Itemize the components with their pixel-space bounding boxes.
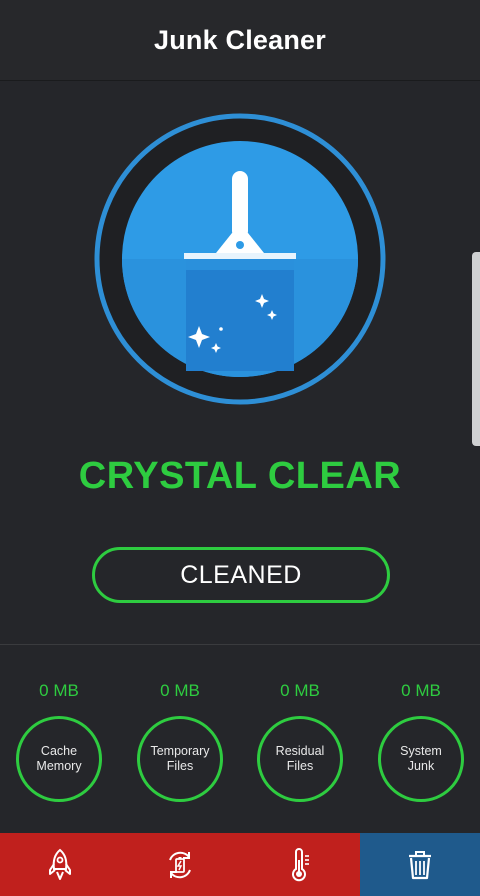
- stat-label-line1: Cache: [40, 744, 78, 758]
- stat-label-line1: System: [400, 744, 442, 758]
- nav-boost[interactable]: [0, 833, 120, 896]
- page-title: Junk Cleaner: [154, 24, 326, 55]
- stat-label-line2: Files: [166, 759, 194, 773]
- scroll-handle[interactable]: [472, 252, 480, 446]
- stat-label-line1: Temporary: [150, 744, 210, 758]
- battery-sync-icon: [169, 851, 191, 878]
- stat-label-line2: Files: [286, 759, 314, 773]
- status-headline: CRYSTAL CLEAR: [78, 455, 402, 497]
- stat-circle-residual-files[interactable]: Residual Files: [257, 716, 343, 802]
- stat-circle-system-junk[interactable]: System Junk: [378, 716, 464, 802]
- stat-value: 0 MB: [160, 681, 200, 700]
- thermometer-icon: [292, 847, 309, 881]
- stat-value: 0 MB: [39, 681, 79, 700]
- junk-stats-panel: 0 MB Cache Memory 0 MB Temporary Files 0 M…: [0, 645, 480, 833]
- stat-circle-cache-memory[interactable]: Cache Memory: [16, 716, 102, 802]
- stat-value: 0 MB: [280, 681, 320, 700]
- rocket-icon: [49, 848, 71, 880]
- bottom-nav: [0, 833, 480, 896]
- nav-junk-cleaner[interactable]: [360, 833, 480, 896]
- stat-circle-temporary-files[interactable]: Temporary Files: [137, 716, 223, 802]
- stat-label-line2: Memory: [36, 759, 82, 773]
- nav-cooler[interactable]: [240, 833, 360, 896]
- cleaned-button[interactable]: CLEANED: [92, 547, 390, 603]
- stat-label-line2: Junk: [407, 759, 435, 773]
- app-header: Junk Cleaner: [0, 0, 480, 81]
- broom-emblem-icon: [94, 113, 386, 405]
- nav-battery[interactable]: [120, 833, 240, 896]
- stat-value: 0 MB: [401, 681, 441, 700]
- stat-label-line1: Residual: [275, 744, 325, 758]
- trash-icon: [409, 850, 431, 879]
